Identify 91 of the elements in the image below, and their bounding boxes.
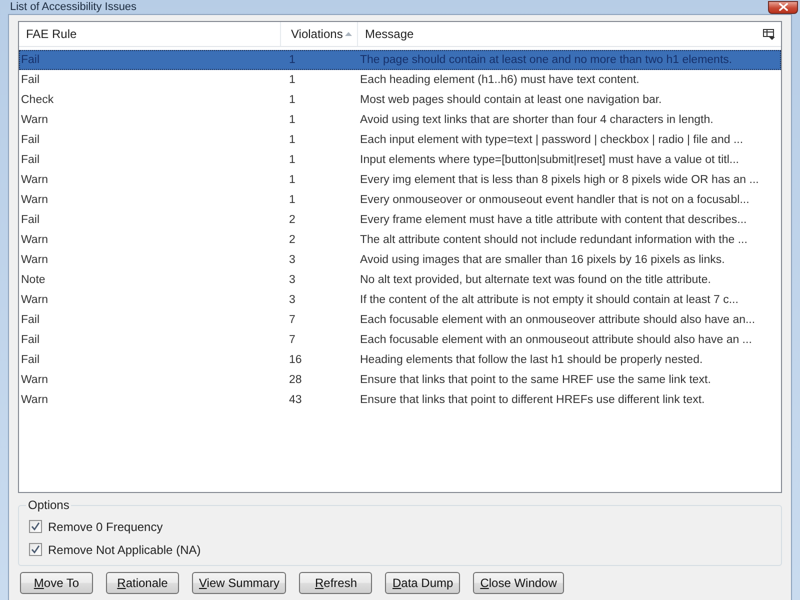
close-button[interactable] [768,0,798,14]
table-row[interactable]: Fail 1 Each input element with type=text | password | checkbox | radio | file and ... [19,130,781,150]
table-row[interactable]: Fail 1 Each heading element (h1..h6) must have text content. [19,70,781,90]
message-cell-text: Every frame element must have a title attribute with content that describes... [359,214,747,226]
table-row[interactable]: Fail 16 Heading elements that follow the last h1 should be properly nested. [19,350,781,370]
checkmark-icon [31,545,40,554]
violations-cell-text: 1 [288,54,296,66]
message-cell-text: No alt text provided, but alternate text was found on the title attribute. [359,274,711,286]
violations-cell-text: 1 [288,134,296,146]
column-header[interactable]: Message [358,22,757,46]
rule-cell-text: Warn [20,234,48,246]
violations-cell-text: 16 [288,354,302,366]
message-cell-text: Each heading element (h1..h6) must have text content. [359,74,640,86]
checkbox-label[interactable]: Remove 0 Frequency [48,520,163,534]
violations-cell-text: 1 [288,194,296,206]
rule-cell-text: Fail [20,354,40,366]
violations-cell-text: 1 [288,174,296,186]
violations-cell-text: 28 [288,374,302,386]
rule-cell-text: Warn [20,254,48,266]
rule-cell-text: Warn [20,114,48,126]
message-cell-text: Avoid using text links that are shorter than four 4 characters in length. [359,114,714,126]
table-row[interactable]: Warn 43 Ensure that links that point to different HREFs use different link text. [19,390,781,410]
violations-cell-text: 43 [288,394,302,406]
violations-cell-text: 7 [288,334,296,346]
checkmark-icon [31,522,40,531]
message-cell-text: Most web pages should contain at least one navigation bar. [359,94,662,106]
violations-cell-text: 2 [288,214,296,226]
table-row[interactable]: Warn 3 If the content of the alt attribute is not empty it should contain at least 7 c... [19,290,781,310]
dialog-button[interactable]: Data Dump [385,572,460,594]
table-row[interactable]: Check 1 Most web pages should contain at least one navigation bar. [19,90,781,110]
message-cell-text: Ensure that links that point to different HREFs use different link text. [359,394,705,406]
message-cell-text: Heading elements that follow the last h1 should be properly nested. [359,354,703,366]
violations-cell-text: 3 [288,294,296,306]
column-header[interactable]: FAE Rule [19,22,281,46]
message-cell-text: If the content of the alt attribute is not empty it should contain at least 7 c... [359,294,738,306]
message-cell-text: Every img element that is less than 8 pixels high or 8 pixels wide OR has an ... [359,174,759,186]
checkbox[interactable] [29,543,42,556]
table-row[interactable]: Note 3 No alt text provided, but alternate text was found on the title attribute. [19,270,781,290]
table-row[interactable]: Fail 7 Each focusable element with an onmouseout attribute should also have an ... [19,330,781,350]
checkbox[interactable] [29,520,42,533]
rule-cell-text: Fail [20,74,40,86]
message-cell-text: Each input element with type=text | password | checkbox | radio | file and ... [359,134,744,146]
message-cell-text: The page should contain at least one and no more than two h1 elements. [359,54,732,66]
rule-cell-text: Check [20,94,54,106]
message-cell-text: Every onmouseover or onmouseout event handler that is not on a focusabl... [359,194,750,206]
rule-cell-text: Warn [20,374,48,386]
table-row[interactable]: Warn 3 Avoid using images that are smaller than 16 pixels by 16 pixels as links. [19,250,781,270]
column-header[interactable]: Violations [281,22,358,46]
message-cell-text: Each focusable element with an onmouseover attribute should also have an... [359,314,756,326]
table-row[interactable]: Warn 1 Every onmouseover or onmouseout event handler that is not on a focusabl... [19,190,781,210]
violations-cell-text: 1 [288,74,296,86]
message-cell-text: Input elements where type=[button|submit|reset] must have a value ot titl... [359,154,739,166]
rule-cell-text: Fail [20,134,40,146]
message-cell-text: The alt attribute content should not include redundant information with the ... [359,234,748,246]
rule-cell-text: Note [20,274,46,286]
rule-cell-text: Warn [20,174,48,186]
rule-cell-text: Warn [20,294,48,306]
rule-cell-text: Fail [20,314,40,326]
rule-cell-text: Warn [20,394,48,406]
violations-cell-text: 7 [288,314,296,326]
violations-cell-text: 2 [288,234,296,246]
window-title: List of Accessibility Issues [10,0,137,14]
rule-cell-text: Warn [20,194,48,206]
table-row[interactable]: Warn 2 The alt attribute content should not include redundant information with the ... [19,230,781,250]
dialog-button[interactable]: Move To [20,572,93,594]
table-row[interactable]: Fail 2 Every frame element must have a title attribute with content that describes... [19,210,781,230]
rule-cell-text: Fail [20,154,40,166]
dialog-button[interactable]: Rationale [106,572,179,594]
dialog-button[interactable]: Refresh [299,572,372,594]
table-row[interactable]: Warn 1 Every img element that is less than 8 pixels high or 8 pixels wide OR has an ... [19,170,781,190]
dialog-button[interactable]: Close Window [473,572,564,594]
violations-cell-text: 3 [288,274,296,286]
dialog-button[interactable]: View Summary [192,572,286,594]
message-cell-text: Each focusable element with an onmouseout attribute should also have an ... [359,334,752,346]
message-cell-text: Avoid using images that are smaller than 16 pixels by 16 pixels as links. [359,254,725,266]
checkbox-label[interactable]: Remove Not Applicable (NA) [48,542,201,556]
options-label: Options [27,498,70,512]
table-row[interactable]: Warn 28 Ensure that links that point to the same HREF use the same link text. [19,370,781,390]
grid-dropdown-icon[interactable] [763,28,775,40]
close-icon [778,3,788,11]
violations-cell-text: 1 [288,114,296,126]
rule-cell-text: Fail [20,334,40,346]
rule-cell-text: Fail [20,54,40,66]
rule-cell-text: Fail [20,214,40,226]
table-row[interactable]: Fail 7 Each focusable element with an onmouseover attribute should also have an... [19,310,781,330]
violations-cell-text: 1 [288,154,296,166]
table-row[interactable]: Fail 1 Input elements where type=[button|submit|reset] must have a value ot titl... [19,150,781,170]
violations-cell-text: 1 [288,94,296,106]
table-row[interactable]: Warn 1 Avoid using text links that are shorter than four 4 characters in length. [19,110,781,130]
violations-cell-text: 3 [288,254,296,266]
message-cell-text: Ensure that links that point to the same HREF use the same link text. [359,374,711,386]
